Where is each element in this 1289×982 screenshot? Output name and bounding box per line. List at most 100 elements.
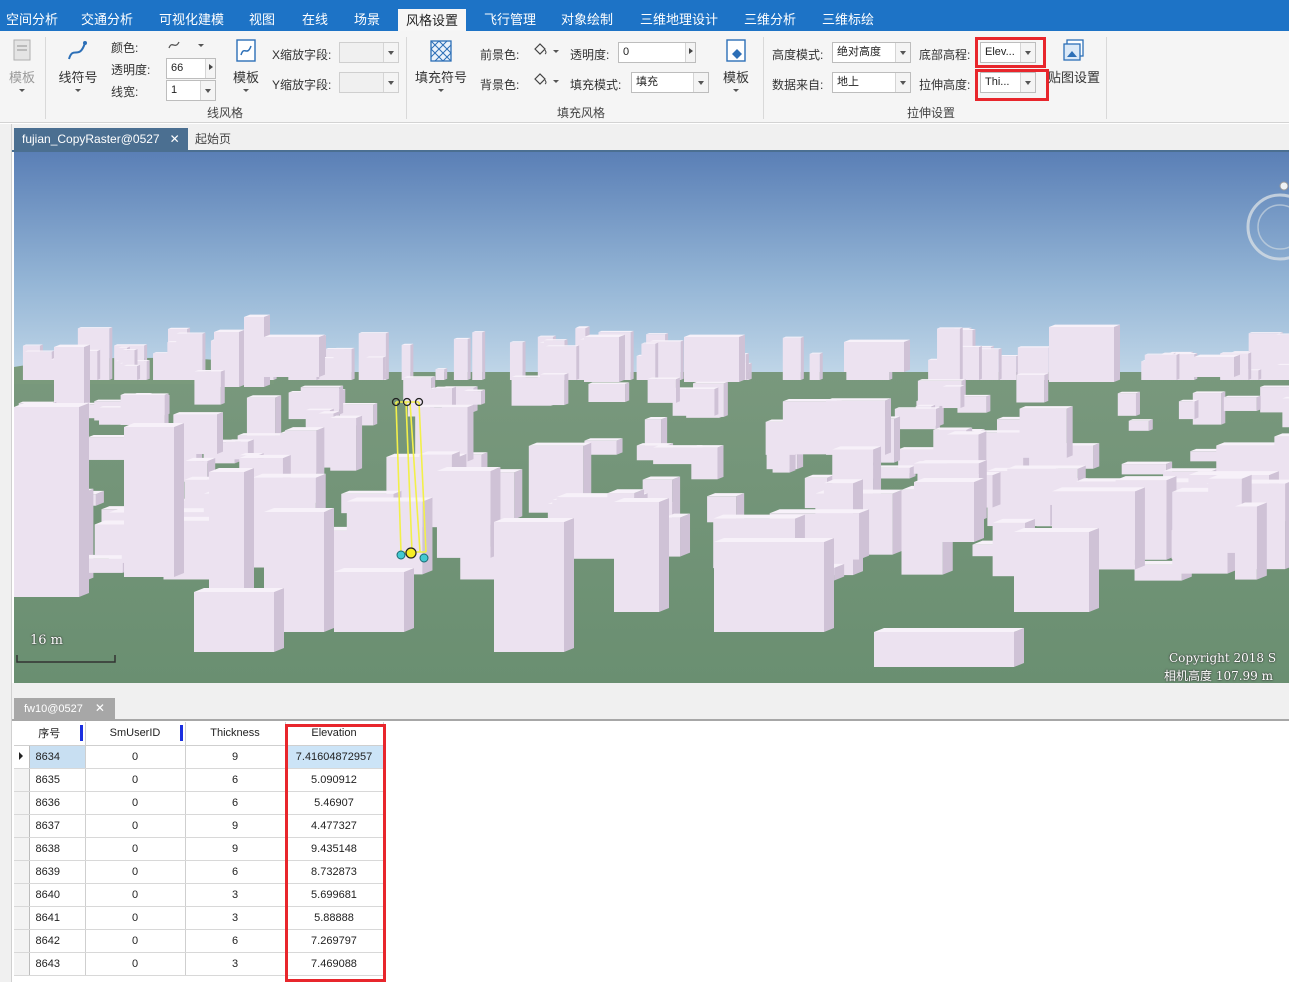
fg-fill-bucket-icon[interactable] [532,43,550,57]
line-width-input[interactable]: 1 [166,80,216,101]
row-selector[interactable] [14,814,30,838]
fill-template-button[interactable]: 模板 [716,37,756,92]
line-width-label: 线宽: [111,85,139,99]
cell-index[interactable]: 8642 [29,929,86,953]
side-texture-settings-button[interactable]: 贴图设置 [1046,37,1102,86]
tab-visual-modeling[interactable]: 可视化建模 [153,8,230,31]
row-selector[interactable] [14,837,30,861]
tab-start-page[interactable]: 起始页 [187,128,239,150]
cell-index[interactable]: 8638 [29,837,86,861]
cell-index[interactable]: 8635 [29,768,86,792]
row-selector[interactable] [14,768,30,792]
cell-thickness[interactable]: 6 [185,791,286,815]
cell-smuserid[interactable]: 0 [85,952,186,976]
cell-smuserid[interactable]: 0 [85,906,186,930]
fill-mode-select[interactable]: 填充 [631,72,709,93]
scale-text: 16 m [30,633,64,648]
bg-fill-bucket-icon[interactable] [532,73,550,87]
tab-scene[interactable]: 场景 [348,8,386,31]
bg-color-dropdown[interactable] [553,80,559,83]
fill-opacity-label: 透明度: [570,48,610,62]
tab-flight-management[interactable]: 飞行管理 [478,8,542,31]
fill-style-group-title: 填充风格 [557,106,606,120]
line-color-icon[interactable] [167,38,185,52]
cell-smuserid[interactable]: 0 [85,768,186,792]
tab-3d-analysis[interactable]: 三维分析 [738,8,802,31]
cell-thickness[interactable]: 3 [185,906,286,930]
line-style-group-title: 线风格 [207,106,244,120]
cell-thickness[interactable]: 9 [185,814,286,838]
tab-3d-plotting[interactable]: 三维标绘 [816,8,880,31]
tab-online[interactable]: 在线 [296,8,334,31]
elevation-column-highlight [285,724,386,982]
document-tabs: fujian_CopyRaster@0527 ✕ 起始页 [12,124,1289,152]
tab-traffic-analysis[interactable]: 交通分析 [75,8,139,31]
cell-smuserid[interactable]: 0 [85,883,186,907]
close-icon[interactable]: ✕ [95,701,105,715]
attribute-table-panel: fw10@0527 ✕ 序号 SmUserID Thickness Elevati… [12,683,1289,982]
cell-smuserid[interactable]: 0 [85,745,186,769]
cell-index[interactable]: 8636 [29,791,86,815]
row-selector[interactable] [14,906,30,930]
line-opacity-label: 透明度: [111,63,151,77]
cell-thickness[interactable]: 9 [185,837,286,861]
fill-template-icon [723,37,749,65]
fill-symbol-icon [428,37,454,65]
tab-view[interactable]: 视图 [243,8,281,31]
fg-color-dropdown[interactable] [553,50,559,53]
fill-mode-label: 填充模式: [570,78,622,92]
height-mode-select[interactable]: 绝对高度 [832,42,911,63]
close-icon[interactable]: ✕ [170,132,180,146]
row-selector[interactable] [14,952,30,976]
x-scale-select[interactable] [339,42,399,63]
line-opacity-input[interactable]: 66 [166,58,216,79]
line-symbol-button[interactable]: 线符号 [56,37,100,92]
row-selector[interactable] [14,929,30,953]
cell-thickness[interactable]: 9 [185,745,286,769]
extrude-height-highlight [975,69,1049,101]
line-template-button[interactable]: 模板 [226,37,266,92]
cell-smuserid[interactable]: 0 [85,814,186,838]
tab-style-settings[interactable]: 风格设置 [398,9,467,31]
cell-index[interactable]: 8643 [29,952,86,976]
row-selector[interactable] [14,883,30,907]
cell-index[interactable]: 8640 [29,883,86,907]
height-mode-label: 高度模式: [772,48,824,62]
extrude-group-title: 拉伸设置 [907,106,956,120]
column-header-thickness[interactable]: Thickness [185,722,286,746]
line-color-dropdown[interactable] [198,44,204,47]
line-symbol-icon [65,37,91,65]
tab-scene-document[interactable]: fujian_CopyRaster@0527 ✕ [14,128,188,150]
cell-smuserid[interactable]: 0 [85,860,186,884]
tab-spatial-analysis[interactable]: 空间分析 [0,8,64,31]
cell-index[interactable]: 8634 [29,745,86,769]
3d-scene-view[interactable]: 16 m Copyright 2018 S 相机高度 107.99 m [14,152,1289,683]
fill-symbol-button[interactable]: 填充符号 [412,37,470,92]
tab-object-drawing[interactable]: 对象绘制 [555,8,619,31]
tab-attribute-table[interactable]: fw10@0527 ✕ [14,698,115,719]
cell-thickness[interactable]: 3 [185,883,286,907]
cell-thickness[interactable]: 6 [185,929,286,953]
cell-smuserid[interactable]: 0 [85,929,186,953]
cell-index[interactable]: 8639 [29,860,86,884]
row-selector[interactable] [14,860,30,884]
row-selector[interactable] [14,745,30,769]
cell-thickness[interactable]: 6 [185,860,286,884]
menu-bar: 空间分析 交通分析 可视化建模 视图 在线 场景 风格设置 飞行管理 对象绘制 … [0,0,1289,31]
cell-thickness[interactable]: 6 [185,768,286,792]
left-dock-strip [0,124,12,982]
template-button-left[interactable]: 模板 [4,37,40,92]
column-header-smuserid[interactable]: SmUserID [85,722,186,746]
data-source-select[interactable]: 地上 [832,72,911,93]
cell-smuserid[interactable]: 0 [85,837,186,861]
cell-index[interactable]: 8637 [29,814,86,838]
cell-smuserid[interactable]: 0 [85,791,186,815]
cell-thickness[interactable]: 3 [185,952,286,976]
scene-canvas [14,152,1289,683]
y-scale-select[interactable] [339,72,399,93]
fill-opacity-input[interactable]: 0 [618,42,696,63]
cell-index[interactable]: 8641 [29,906,86,930]
tab-3d-geodesign[interactable]: 三维地理设计 [634,8,724,31]
row-selector[interactable] [14,791,30,815]
column-header-index[interactable]: 序号 [14,722,86,746]
